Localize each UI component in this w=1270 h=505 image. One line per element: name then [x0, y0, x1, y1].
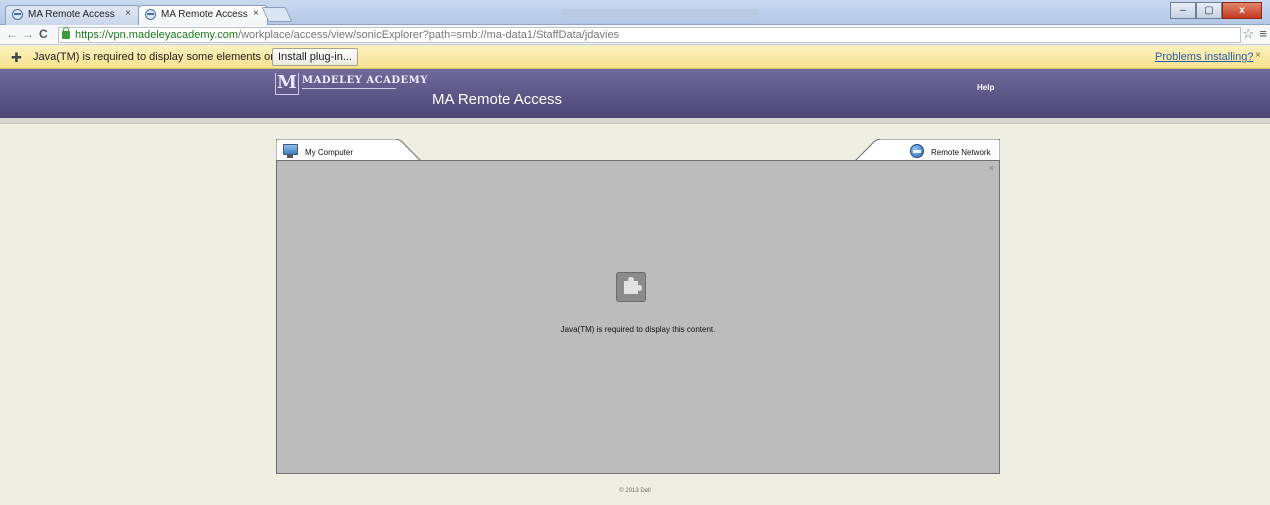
madeley-academy-logo: M MADELEY ACADEMY [275, 73, 427, 99]
problems-installing-link[interactable]: Problems installing? [1155, 51, 1253, 63]
window-title-blur [560, 9, 760, 17]
maximize-button[interactable]: ▢ [1196, 2, 1222, 19]
globe-icon [145, 9, 156, 20]
reload-icon[interactable]: C [39, 27, 48, 41]
infobar-close-icon[interactable]: × [1255, 50, 1261, 61]
close-tab-icon[interactable]: × [125, 8, 131, 19]
lock-icon [62, 27, 70, 39]
logo-rule [302, 88, 396, 89]
app-header: M MADELEY ACADEMY MA Remote Access Help [0, 69, 1270, 118]
address-bar[interactable]: https://vpn.madeleyacademy.com/workplace… [58, 27, 1241, 43]
puzzle-knob-right [637, 285, 642, 291]
computer-icon [283, 144, 298, 158]
plugin-infobar: ✚ Java(TM) is required to display some e… [0, 46, 1270, 69]
browser-tab-2[interactable]: MA Remote Access × [138, 5, 268, 25]
footer-copyright: © 2013 Dell [619, 488, 651, 494]
browser-tab-1[interactable]: MA Remote Access × [5, 5, 140, 25]
puzzle-body [624, 281, 638, 294]
browser-tab-strip: MA Remote Access × MA Remote Access × – … [0, 0, 1270, 25]
close-tab-icon[interactable]: × [253, 8, 259, 19]
globe-icon [910, 144, 924, 158]
header-divider [0, 118, 1270, 124]
window-controls: – ▢ x [1170, 2, 1262, 19]
tab-my-computer[interactable]: My Computer [276, 139, 421, 161]
bookmark-star-icon[interactable]: ☆ [1242, 26, 1254, 42]
puzzle-piece-icon: ✚ [11, 50, 22, 65]
tab-remote-network[interactable]: Remote Network [855, 139, 1000, 161]
globe-icon [12, 9, 23, 20]
tab-my-computer-label: My Computer [305, 148, 354, 157]
url-host: https://vpn.madeleyacademy.com [75, 29, 239, 41]
java-plugin-panel: × Java(TM) is required to display this c… [276, 160, 1000, 474]
plugin-required-message: Java(TM) is required to display this con… [560, 325, 716, 334]
browser-toolbar: ← → C https://vpn.madeleyacademy.com/wor… [0, 25, 1270, 45]
browser-tab-2-label: MA Remote Access [161, 9, 248, 20]
back-arrow-icon[interactable]: ← [6, 27, 18, 41]
browser-tab-1-label: MA Remote Access [28, 9, 115, 20]
puzzle-piece-icon[interactable] [616, 272, 646, 302]
tab-remote-network-label: Remote Network [931, 148, 991, 157]
app-title: MA Remote Access [432, 91, 563, 108]
url-path: /workplace/access/view/sonicExplorer?pat… [238, 29, 620, 41]
panel-close-icon[interactable]: × [989, 163, 994, 173]
logo-initial: M [275, 73, 299, 95]
forward-arrow-icon[interactable]: → [22, 27, 34, 41]
logo-text: MADELEY ACADEMY [302, 75, 428, 86]
close-window-button[interactable]: x [1222, 2, 1262, 19]
help-link[interactable]: Help [977, 83, 994, 92]
menu-icon[interactable]: ≡ [1259, 26, 1267, 41]
puzzle-knob-top [628, 277, 634, 282]
install-plugin-button[interactable]: Install plug-in... [272, 48, 358, 66]
minimize-button[interactable]: – [1170, 2, 1196, 19]
